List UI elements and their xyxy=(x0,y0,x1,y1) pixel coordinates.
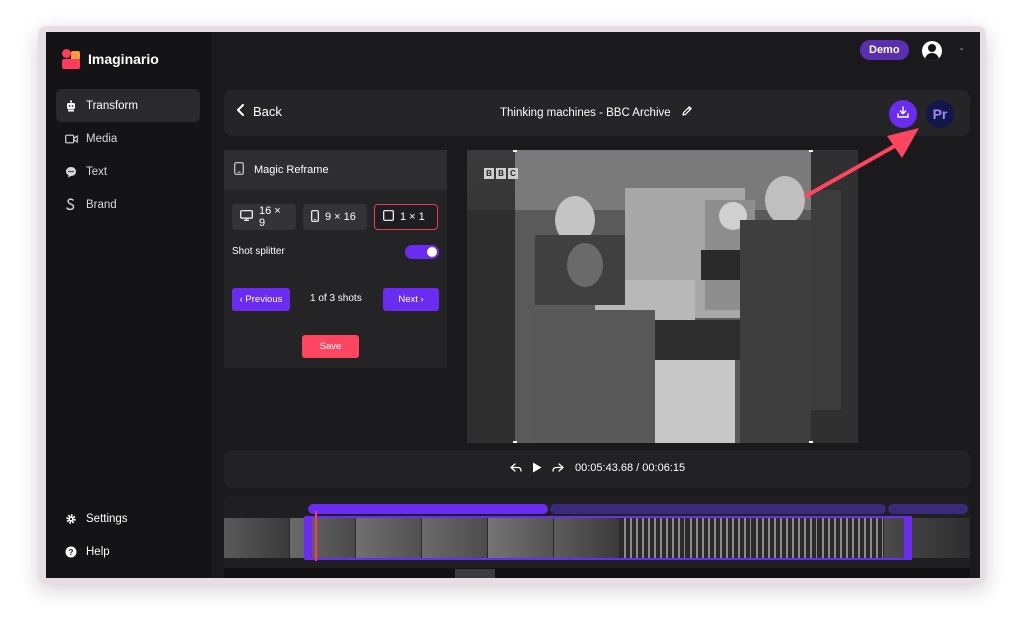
panel-title: Magic Reframe xyxy=(254,164,329,176)
gear-icon xyxy=(64,512,78,526)
download-icon xyxy=(896,105,910,124)
magic-reframe-panel: Magic Reframe 16 × 9 9 × 16 1 × 1 Shot s… xyxy=(224,150,447,368)
premiere-export-button[interactable]: Pr xyxy=(926,100,954,128)
ratio-1x1-button[interactable]: 1 × 1 xyxy=(374,204,438,230)
chevron-left-icon xyxy=(236,104,245,119)
sidebar-item-label: Media xyxy=(86,132,118,145)
sidebar-nav: Transform Media Text Brand xyxy=(56,89,200,221)
app-logo[interactable]: Imaginario xyxy=(62,49,159,69)
playback-time: 00:05:43.68 / 00:06:15 xyxy=(575,462,686,474)
sidebar-item-label: Brand xyxy=(86,198,117,211)
crop-handle-top-right[interactable] xyxy=(809,150,813,152)
pencil-edit-icon[interactable] xyxy=(681,105,693,120)
crop-handle-bottom-left[interactable] xyxy=(513,441,517,443)
sidebar-item-label: Text xyxy=(86,165,108,178)
ratio-16x9-button[interactable]: 16 × 9 xyxy=(232,204,296,230)
shot-counter: 1 of 3 shots xyxy=(310,293,362,304)
sidebar-item-settings[interactable]: Settings xyxy=(56,502,200,535)
sidebar-item-help[interactable]: ? Help xyxy=(56,535,200,568)
transport-buttons xyxy=(510,461,564,476)
download-button[interactable] xyxy=(889,100,917,128)
previous-shot-button[interactable]: ‹ Previous xyxy=(232,288,290,311)
watermark-letter: C xyxy=(508,168,518,179)
imaginario-logo-icon xyxy=(62,49,80,69)
crop-handle-top-left[interactable] xyxy=(513,150,517,152)
video-preview[interactable]: B B C xyxy=(467,150,858,443)
aspect-ratio-options: 16 × 9 9 × 16 1 × 1 xyxy=(232,204,438,230)
timeline-scrollbar-thumb[interactable] xyxy=(455,569,495,578)
forward-icon[interactable] xyxy=(552,461,564,476)
timeline-selection[interactable] xyxy=(308,516,912,560)
monitor-icon xyxy=(240,210,253,224)
ratio-9x16-button[interactable]: 9 × 16 xyxy=(303,204,367,230)
sidebar-item-label: Transform xyxy=(86,99,138,112)
square-icon xyxy=(383,210,394,224)
scene-segment[interactable] xyxy=(308,504,548,514)
reframe-crop-area[interactable] xyxy=(515,150,811,443)
save-button[interactable]: Save xyxy=(302,335,359,358)
shot-splitter-label: Shot splitter xyxy=(232,246,285,257)
phone-icon xyxy=(311,209,319,225)
tablet-icon xyxy=(234,162,244,178)
sidebar: Imaginario Transform Media Text Brand Se… xyxy=(46,32,211,578)
selection-handle-right[interactable] xyxy=(904,516,912,560)
next-shot-button[interactable]: Next › xyxy=(383,288,439,311)
chat-bubble-icon xyxy=(64,165,78,179)
project-title: Thinking machines - BBC Archive xyxy=(500,106,671,119)
ratio-label: 1 × 1 xyxy=(400,211,425,223)
player-controls: 00:05:43.68 / 00:06:15 xyxy=(224,450,970,488)
video-camera-icon xyxy=(64,132,78,146)
app-root: Imaginario Transform Media Text Brand Se… xyxy=(46,32,980,578)
shot-splitter-toggle[interactable] xyxy=(405,245,439,259)
brand-squiggle-icon xyxy=(64,197,78,212)
timeline[interactable] xyxy=(224,495,970,578)
crop-handle-bottom-right[interactable] xyxy=(809,441,813,443)
ratio-label: 9 × 16 xyxy=(325,211,356,223)
sidebar-item-label: Settings xyxy=(86,512,128,525)
project-title-group: Thinking machines - BBC Archive xyxy=(500,105,693,120)
scene-segment[interactable] xyxy=(550,504,886,514)
scene-segment[interactable] xyxy=(888,504,968,514)
help-circle-icon: ? xyxy=(64,545,78,559)
sidebar-item-brand[interactable]: Brand xyxy=(56,188,200,221)
thumbnail xyxy=(224,518,290,558)
playhead[interactable] xyxy=(315,511,317,561)
robot-icon xyxy=(64,99,78,113)
watermark-letter: B xyxy=(484,168,494,179)
panel-header: Magic Reframe xyxy=(224,150,447,190)
selection-handle-left[interactable] xyxy=(304,516,312,560)
rewind-icon[interactable] xyxy=(510,461,522,476)
user-avatar-icon[interactable] xyxy=(922,41,942,61)
ratio-label: 16 × 9 xyxy=(259,205,281,229)
user-menu-caret-icon[interactable]: - xyxy=(960,44,963,55)
bbc-watermark: B B C xyxy=(484,168,518,179)
sidebar-item-transform[interactable]: Transform xyxy=(56,89,200,122)
sidebar-item-text[interactable]: Text xyxy=(56,155,200,188)
play-icon[interactable] xyxy=(532,461,542,476)
project-header: Back Thinking machines - BBC Archive Pr xyxy=(224,90,970,136)
back-label: Back xyxy=(253,104,282,119)
sidebar-bottom: Settings ? Help xyxy=(56,502,200,568)
workspace-badge[interactable]: Demo xyxy=(860,40,909,60)
app-name: Imaginario xyxy=(88,51,159,67)
svg-text:?: ? xyxy=(69,547,74,556)
sidebar-item-media[interactable]: Media xyxy=(56,122,200,155)
watermark-letter: B xyxy=(496,168,506,179)
sidebar-item-label: Help xyxy=(86,545,110,558)
back-button[interactable]: Back xyxy=(236,104,282,119)
timeline-scrollbar[interactable] xyxy=(224,568,970,578)
